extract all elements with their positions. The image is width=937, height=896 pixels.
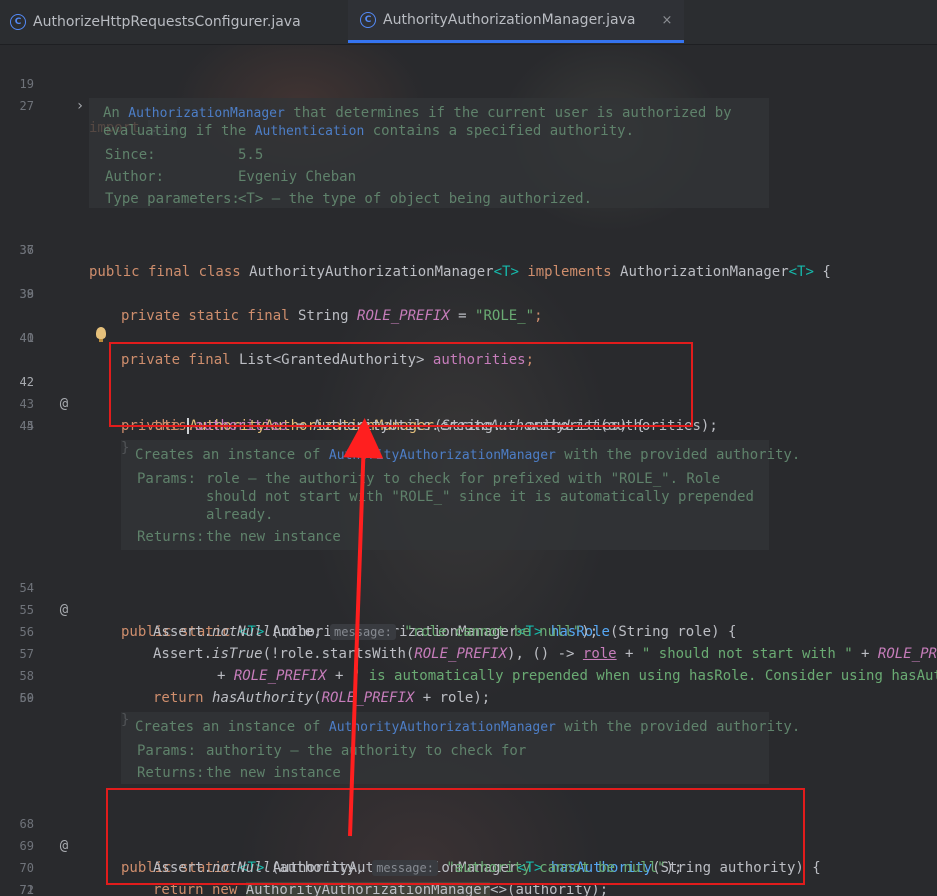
annotation-arrow [343, 418, 384, 837]
arrow-line [343, 418, 384, 837]
